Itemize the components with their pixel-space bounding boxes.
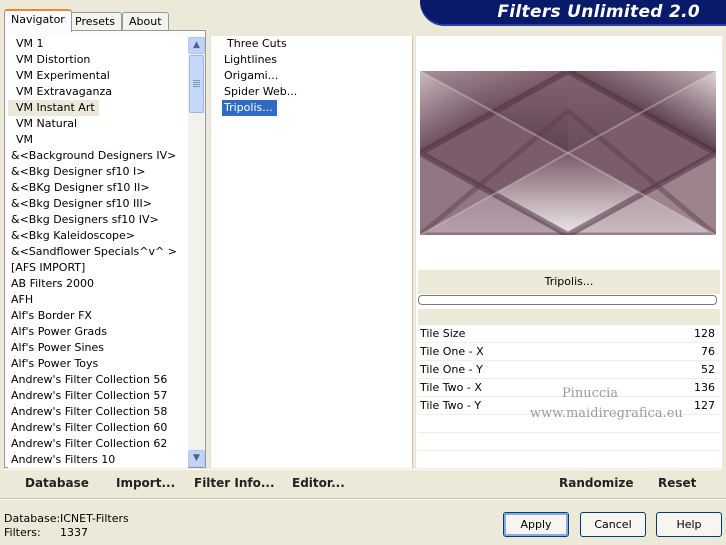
param-value[interactable]: 127	[694, 397, 715, 414]
divider	[0, 498, 726, 500]
tab-navigator[interactable]: Navigator	[4, 9, 72, 32]
watermark-line: Pinuccia	[561, 386, 619, 401]
category-item[interactable]: VM 1	[8, 36, 188, 52]
param-label: Tile One - X	[420, 345, 484, 358]
help-button[interactable]: Help	[656, 512, 722, 537]
filter-item[interactable]: Spider Web...	[222, 84, 407, 100]
param-row-empty	[418, 433, 720, 451]
param-label: Tile Size	[420, 327, 466, 340]
status-filters-label: Filters:	[4, 526, 41, 539]
status-area: Database:ICNET-Filters Filters: 1337	[4, 512, 129, 540]
category-item[interactable]: Alf's Power Grads	[8, 324, 188, 340]
category-item[interactable]: &<Bkg Designer sf10 III>	[8, 196, 188, 212]
filter-item-selected[interactable]: Tripolis...	[222, 100, 277, 116]
category-item[interactable]: &<BKg Designer sf10 II>	[8, 180, 188, 196]
apply-button[interactable]: Apply	[503, 512, 569, 537]
param-label: Tile Two - Y	[420, 399, 482, 412]
status-filters-value: 1337	[60, 526, 88, 539]
reset-button[interactable]: Reset	[658, 476, 696, 490]
category-item[interactable]: &<Bkg Designers sf10 IV>	[8, 212, 188, 228]
category-item[interactable]: [AFS IMPORT]	[8, 260, 188, 276]
param-row[interactable]: Tile One - X 76	[418, 343, 720, 361]
category-item[interactable]: AFH	[8, 292, 188, 308]
scroll-up-icon[interactable]: ▲	[188, 37, 205, 54]
category-item[interactable]: Andrew's Filter Collection 58	[8, 404, 188, 420]
category-item[interactable]: VM Experimental	[8, 68, 188, 84]
status-database-value: ICNET-Filters	[60, 512, 129, 525]
param-label: Tile One - Y	[420, 363, 483, 376]
param-value[interactable]: 52	[701, 361, 715, 378]
filter-item[interactable]: Lightlines	[222, 52, 407, 68]
tab-presets[interactable]: Presets	[68, 12, 123, 31]
tab-about[interactable]: About	[122, 12, 169, 31]
app-banner: Filters Unlimited 2.0	[420, 0, 726, 24]
category-list[interactable]: VM 1 VM Distortion VM Experimental VM Ex…	[8, 36, 188, 468]
category-item[interactable]: Alf's Power Toys	[8, 356, 188, 372]
category-item[interactable]: &<Sandflower Specials^v^ >	[8, 244, 188, 260]
category-item[interactable]: Andrew's Filter Collection 60	[8, 420, 188, 436]
database-button[interactable]: Database	[25, 476, 89, 490]
preview-image	[420, 71, 716, 235]
scroll-down-icon[interactable]: ▼	[188, 450, 205, 467]
watermark: Pinuccia www.maidiregrafica.eu	[530, 384, 683, 424]
watermark-line: www.maidiregrafica.eu	[530, 406, 683, 421]
category-item[interactable]: Andrew's Filters 10	[8, 452, 188, 468]
category-item[interactable]: VM	[8, 132, 188, 148]
status-database-label: Database:	[4, 512, 61, 525]
param-row[interactable]: Tile Size 128	[418, 325, 720, 343]
category-item[interactable]: &<Bkg Kaleidoscope>	[8, 228, 188, 244]
scrollbar-thumb[interactable]	[189, 55, 204, 113]
category-item-selected[interactable]: VM Instant Art	[8, 100, 99, 116]
category-item[interactable]: VM Distortion	[8, 52, 188, 68]
progress-bar	[418, 295, 717, 305]
category-item[interactable]: Alf's Border FX	[8, 308, 188, 324]
filter-item[interactable]: Three Cuts	[222, 36, 407, 52]
category-item[interactable]: &<Bkg Designer sf10 I>	[8, 164, 188, 180]
active-filter-label: Tripolis...	[418, 270, 720, 294]
app-title: Filters Unlimited 2.0	[497, 2, 700, 22]
param-row[interactable]: Tile One - Y 52	[418, 361, 720, 379]
param-value[interactable]: 128	[694, 325, 715, 342]
category-item[interactable]: Andrew's Filter Collection 56	[8, 372, 188, 388]
param-value[interactable]: 136	[694, 379, 715, 396]
category-item[interactable]: Andrew's Filter Collection 57	[8, 388, 188, 404]
filter-info-button[interactable]: Filter Info...	[194, 476, 275, 490]
param-header-area	[418, 309, 720, 325]
category-item[interactable]: Andrew's Filter Collection 62	[8, 436, 188, 452]
category-item[interactable]: VM Natural	[8, 116, 188, 132]
filter-list[interactable]: Three Cuts Lightlines Origami... Spider …	[222, 36, 407, 116]
category-item[interactable]: &<Background Designers IV>	[8, 148, 188, 164]
category-item[interactable]: AB Filters 2000	[8, 276, 188, 292]
editor-button[interactable]: Editor...	[292, 476, 345, 490]
cancel-button[interactable]: Cancel	[580, 512, 646, 537]
category-scrollbar[interactable]: ▲ ▼	[188, 37, 205, 467]
bottom-toolbar: Database Import... Filter Info... Editor…	[4, 469, 722, 497]
category-item[interactable]: Alf's Power Sines	[8, 340, 188, 356]
param-value[interactable]: 76	[701, 343, 715, 360]
category-item[interactable]: VM Extravaganza	[8, 84, 188, 100]
import-button[interactable]: Import...	[116, 476, 175, 490]
param-label: Tile Two - X	[420, 381, 482, 394]
filter-item[interactable]: Origami...	[222, 68, 407, 84]
randomize-button[interactable]: Randomize	[559, 476, 633, 490]
param-row-empty	[418, 451, 720, 469]
